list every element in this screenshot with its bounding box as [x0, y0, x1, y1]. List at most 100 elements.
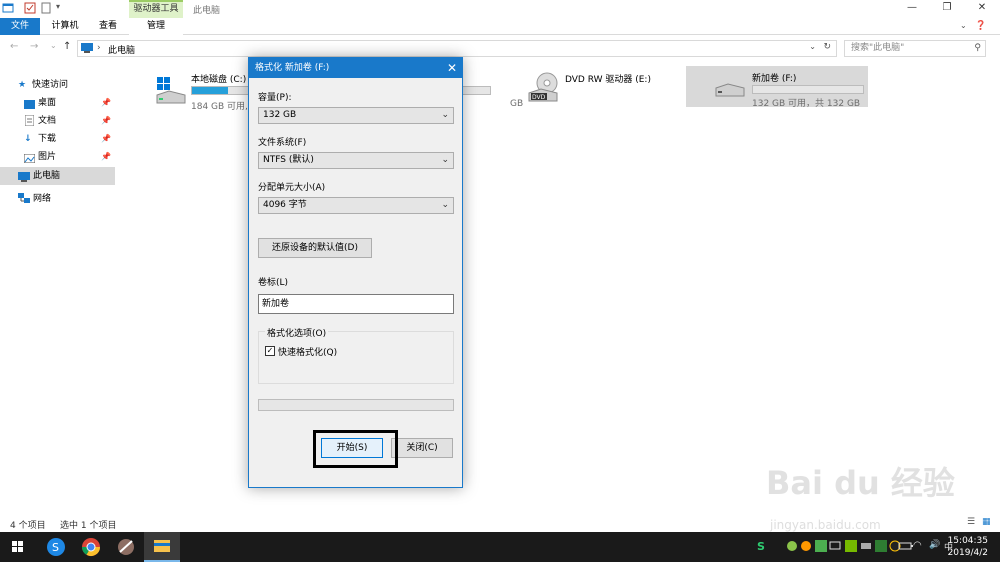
sidebar-item-downloads[interactable]: ↓ 下载 📌 — [0, 130, 115, 148]
allocation-select[interactable]: 4096 字节 ⌄ — [258, 197, 454, 214]
dialog-title: 格式化 新加卷 (F:) — [255, 63, 330, 73]
search-icon: ⚲ — [974, 43, 981, 53]
address-dropdown-icon[interactable]: ⌄ — [809, 42, 816, 51]
capacity-select[interactable]: 132 GB ⌄ — [258, 107, 454, 124]
sidebar-item-documents[interactable]: 文档 📌 — [0, 112, 115, 130]
capacity-value: 132 GB — [263, 110, 297, 120]
image-tool-icon[interactable] — [108, 532, 144, 562]
breadcrumb-chevron-icon[interactable]: › — [97, 43, 101, 53]
refresh-icon[interactable]: ↻ — [823, 42, 831, 52]
drive-name: 新加卷 (F:) — [752, 74, 797, 84]
drive-name: DVD RW 驱动器 (E:) — [565, 75, 651, 85]
drive-tools-context-tab: 驱动器工具 — [129, 0, 183, 18]
watermark-logo: Bai du 经验 — [766, 464, 955, 502]
svg-text:DVD: DVD — [532, 94, 546, 101]
tab-file[interactable]: 文件 — [0, 18, 40, 35]
sidebar-item-pictures[interactable]: 图片 📌 — [0, 148, 115, 166]
tray-app-icon[interactable]: S — [757, 540, 769, 553]
quick-format-checkbox[interactable]: ✓ — [265, 346, 275, 356]
drive-capacity: 184 GB 可用, — [191, 102, 248, 112]
back-icon[interactable]: ← — [10, 41, 18, 52]
search-input[interactable]: 搜索"此电脑" ⚲ — [844, 40, 986, 57]
tray-orange-icon[interactable] — [800, 540, 812, 552]
drive-usage-fill — [192, 87, 228, 94]
filesystem-label: 文件系统(F) — [258, 138, 307, 148]
expand-ribbon-icon[interactable]: ⌄ — [960, 21, 967, 30]
large-icons-view-icon[interactable]: ▦ — [982, 517, 991, 527]
drive-usage-bar — [752, 85, 864, 94]
computer-icon — [81, 43, 93, 56]
file-explorer-icon[interactable] — [144, 532, 180, 562]
sidebar-item-label: 桌面 — [38, 98, 57, 108]
quick-format-label[interactable]: 快速格式化(Q) — [278, 345, 337, 358]
recent-locations-icon[interactable]: ⌄ — [50, 41, 57, 50]
format-progress-bar — [258, 399, 454, 411]
close-icon[interactable]: ✕ — [975, 2, 989, 13]
chevron-down-icon: ⌄ — [441, 200, 449, 210]
drive-capacity-tail: GB — [510, 99, 524, 109]
sidebar-item-desktop[interactable]: 桌面 📌 — [0, 94, 115, 112]
search-placeholder: 搜索"此电脑" — [851, 43, 905, 53]
new-folder-icon[interactable] — [40, 2, 52, 14]
forward-icon[interactable]: → — [30, 41, 38, 52]
pin-icon[interactable]: 📌 — [101, 148, 111, 166]
tray-monitor-icon[interactable] — [829, 540, 841, 552]
sidebar-item-quick-access[interactable]: ★ 快速访问 — [0, 76, 115, 94]
computer-icon — [18, 171, 30, 189]
sidebar-item-label: 图片 — [38, 152, 57, 162]
tab-manage[interactable]: 管理 — [129, 18, 183, 35]
pin-icon[interactable]: 📌 — [101, 130, 111, 148]
dialog-title-bar: 格式化 新加卷 (F:) ✕ — [249, 58, 462, 78]
sidebar-item-this-pc[interactable]: 此电脑 — [0, 167, 115, 185]
chevron-down-icon: ⌄ — [441, 110, 449, 120]
maximize-icon[interactable]: ❐ — [940, 2, 954, 13]
properties-icon[interactable] — [24, 2, 36, 14]
volume-label-label: 卷标(L) — [258, 278, 289, 288]
clock[interactable]: 15:04:35 2019/4/2 — [948, 535, 988, 559]
customize-quick-access-icon[interactable]: ▾ — [56, 2, 68, 14]
details-view-icon[interactable]: ☰ — [967, 517, 975, 527]
start-button[interactable] — [0, 532, 36, 562]
close-button[interactable]: 关闭(C) — [391, 438, 453, 458]
drive-tile-f[interactable]: 新加卷 (F:) 132 GB 可用，共 132 GB — [686, 66, 868, 109]
star-icon: ★ — [18, 80, 27, 90]
sidebar-item-label: 下载 — [38, 134, 57, 144]
tray-green-app-icon[interactable] — [875, 540, 887, 552]
minimize-icon[interactable]: — — [905, 2, 919, 13]
volume-label-input[interactable]: 新加卷 — [258, 294, 454, 314]
pin-icon[interactable]: 📌 — [101, 94, 111, 112]
filesystem-select[interactable]: NTFS (默认) ⌄ — [258, 152, 454, 169]
sidebar-item-network[interactable]: 网络 — [0, 190, 115, 208]
sidebar-item-label: 文档 — [38, 116, 57, 126]
address-bar[interactable]: › 此电脑 ⌄ ↻ — [77, 40, 837, 57]
help-icon[interactable]: ❓ — [975, 21, 986, 31]
tray-card-icon[interactable] — [860, 540, 872, 552]
tab-computer[interactable]: 计算机 — [44, 18, 86, 35]
up-icon[interactable]: ↑ — [63, 41, 71, 52]
volume-icon[interactable]: 🔊 — [929, 540, 941, 552]
tray-green-badge-icon[interactable] — [815, 540, 827, 552]
chrome-icon[interactable] — [73, 532, 109, 562]
wifi-icon[interactable]: ◠ — [913, 540, 925, 552]
network-icon — [18, 193, 30, 211]
navigation-pane: ★ 快速访问 桌面 📌 文档 📌 ↓ 下载 📌 图片 📌 此电脑 网络 — [0, 72, 115, 512]
explorer-icon[interactable] — [2, 2, 14, 14]
tray-nvidia-icon[interactable] — [845, 540, 857, 552]
items-count: 4 个项目 — [10, 521, 46, 531]
tab-view[interactable]: 查看 — [90, 18, 126, 35]
selected-count: 选中 1 个项目 — [60, 521, 117, 531]
browser-app-icon[interactable]: S — [38, 532, 74, 562]
breadcrumb[interactable]: 此电脑 — [108, 43, 135, 56]
tray-green-icon[interactable] — [786, 540, 798, 552]
taskbar: S S ◠ 🔊 中 15:04:35 2019/4/2 — [0, 532, 1000, 562]
close-icon[interactable]: ✕ — [447, 58, 457, 78]
restore-defaults-button[interactable]: 还原设备的默认值(D) — [258, 238, 372, 258]
capacity-label: 容量(P): — [258, 93, 292, 103]
pin-icon[interactable]: 📌 — [101, 112, 111, 130]
filesystem-value: NTFS (默认) — [263, 155, 314, 165]
drive-name: 本地磁盘 (C:) — [191, 75, 247, 85]
clock-date: 2019/4/2 — [947, 548, 988, 558]
allocation-value: 4096 字节 — [263, 200, 307, 210]
ribbon-tabs: 文件 计算机 查看 管理 ❓ ⌄ — [0, 18, 1000, 35]
drive-tile-e[interactable]: DVD DVD RW 驱动器 (E:) — [527, 67, 677, 115]
